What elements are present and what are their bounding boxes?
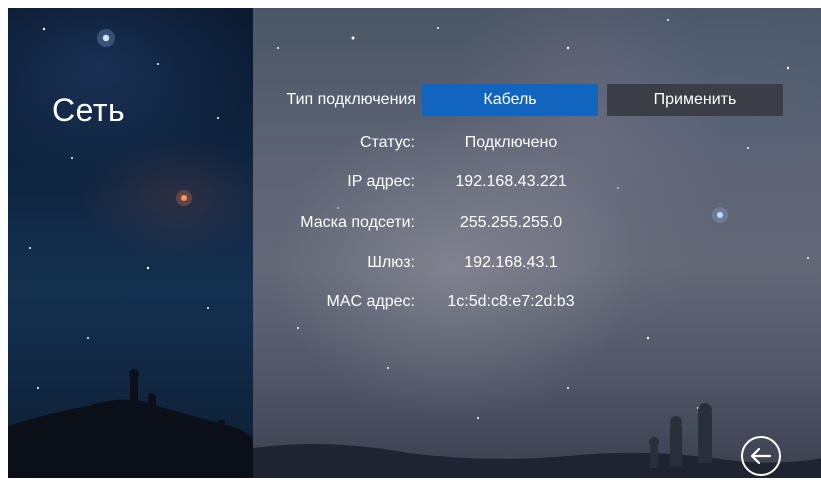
back-arrow-circle-icon <box>750 447 772 465</box>
ip-address-value: 192.168.43.221 <box>455 173 567 190</box>
status-value: Подключено <box>464 134 558 151</box>
connection-type-label: Тип подключения <box>286 91 417 108</box>
mac-address-value: 1c:5d:c8:e7:2d:b3 <box>447 293 575 310</box>
connection-type-selector[interactable]: Кабель <box>422 84 598 116</box>
subnet-mask-label: Маска подсети: <box>300 214 415 231</box>
gateway-value: 192.168.43.1 <box>464 254 558 271</box>
mac-address-label: MAC адрес: <box>326 293 415 310</box>
silhouette-hills-decoration <box>8 369 821 478</box>
gateway-label: Шлюз: <box>367 254 415 271</box>
apply-button[interactable]: Применить <box>607 84 783 116</box>
subnet-mask-value: 255.255.255.0 <box>459 214 563 231</box>
page-title: Сеть <box>52 92 126 128</box>
ip-address-label: IP адрес: <box>347 173 415 190</box>
back-button[interactable] <box>741 436 781 476</box>
network-settings-screen: Сеть Тип подключения Кабель Применить Ст… <box>8 8 821 478</box>
status-label: Статус: <box>359 134 415 151</box>
